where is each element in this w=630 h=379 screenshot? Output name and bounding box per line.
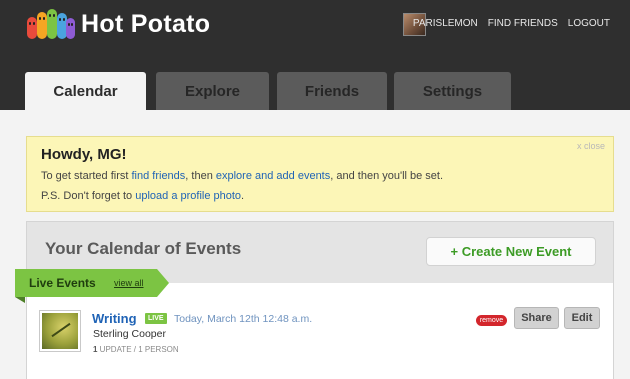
potato-logo-icon (27, 9, 75, 39)
upload-photo-link[interactable]: upload a profile photo (135, 190, 241, 202)
event-meta-text: UPDATE / 1 PERSON (97, 345, 179, 354)
calendar-title: Your Calendar of Events (45, 239, 242, 258)
remove-event-button[interactable]: remove (476, 315, 507, 326)
app-name: Hot Potato (81, 9, 211, 38)
event-company: Sterling Cooper (93, 328, 166, 340)
welcome-line-1: To get started first find friends, then … (41, 170, 443, 182)
live-events-label: Live Events (29, 276, 96, 290)
welcome-text: P.S. Don't forget to (41, 190, 136, 202)
top-nav: PARISLEMON FIND FRIENDS LOGOUT (413, 18, 610, 29)
create-event-button[interactable]: + Create New Event (426, 237, 596, 266)
live-badge: LIVE (145, 313, 167, 324)
tab-calendar[interactable]: Calendar (25, 72, 146, 110)
event-time: Today, March 12th 12:48 a.m. (174, 313, 313, 325)
tab-friends[interactable]: Friends (277, 72, 387, 110)
close-notice-button[interactable]: x close (577, 141, 605, 151)
calendar-section: Your Calendar of Events + Create New Eve… (26, 221, 614, 379)
event-title-link[interactable]: Writing (92, 311, 137, 326)
app-logo[interactable]: Hot Potato (27, 9, 210, 39)
welcome-text: , then (185, 170, 216, 182)
logout-link[interactable]: LOGOUT (568, 18, 610, 29)
explore-events-link[interactable]: explore and add events (216, 170, 330, 182)
share-button[interactable]: Share (514, 307, 559, 329)
welcome-text: . (241, 190, 245, 202)
edit-button[interactable]: Edit (564, 307, 600, 329)
live-events-ribbon: Live Events view all (15, 269, 169, 303)
tab-explore[interactable]: Explore (156, 72, 269, 110)
welcome-text: To get started first (41, 170, 132, 182)
welcome-line-2: P.S. Don't forget to upload a profile ph… (41, 190, 244, 202)
welcome-notice: Howdy, MG! x close To get started first … (26, 136, 614, 212)
find-friends-inline-link[interactable]: find friends (131, 170, 185, 182)
find-friends-link[interactable]: FIND FRIENDS (488, 18, 558, 29)
welcome-heading: Howdy, MG! (41, 146, 127, 163)
welcome-text: , and then you'll be set. (330, 170, 444, 182)
tab-settings[interactable]: Settings (394, 72, 511, 110)
event-meta: 1 UPDATE / 1 PERSON (93, 345, 179, 354)
username-link[interactable]: PARISLEMON (413, 18, 478, 29)
event-thumbnail[interactable] (39, 310, 81, 352)
view-all-link[interactable]: view all (114, 278, 144, 288)
